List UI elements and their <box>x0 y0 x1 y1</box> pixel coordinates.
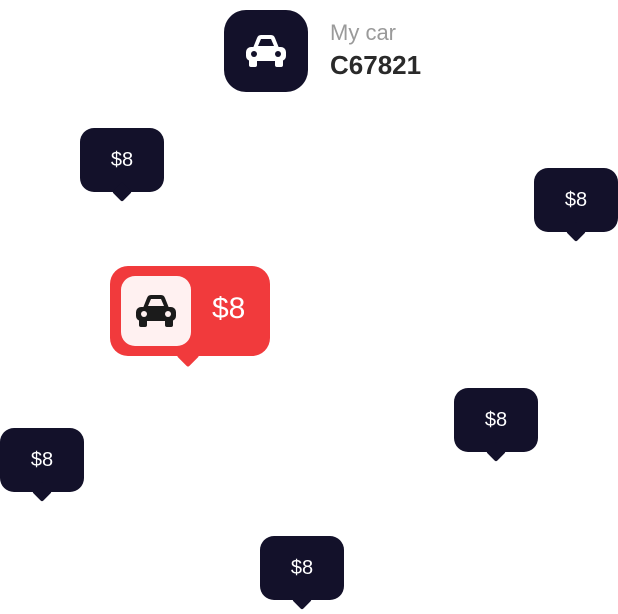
price-pin[interactable]: $8 <box>534 168 618 232</box>
my-car-header[interactable]: My car C67821 <box>224 10 434 92</box>
price-pin[interactable]: $8 <box>260 536 344 600</box>
price-pin-label: $8 <box>290 556 314 579</box>
price-pin[interactable]: $8 <box>0 428 84 492</box>
price-pin[interactable]: $8 <box>80 128 164 192</box>
my-car-label: My car <box>330 20 396 45</box>
price-pin-label: $8 <box>564 188 588 211</box>
price-pin-label: $8 <box>484 408 508 431</box>
price-pin-label: $8 <box>110 148 134 171</box>
selected-price-label: $8 <box>212 292 246 325</box>
price-pin-label: $8 <box>30 448 54 471</box>
car-icon <box>246 35 286 67</box>
price-pin[interactable]: $8 <box>454 388 538 452</box>
car-icon-box <box>224 10 308 92</box>
selected-price-pin[interactable]: $8 <box>110 266 270 356</box>
selected-car-icon-box <box>121 276 191 346</box>
car-plate-number: C67821 <box>330 50 422 80</box>
car-icon <box>136 295 176 327</box>
